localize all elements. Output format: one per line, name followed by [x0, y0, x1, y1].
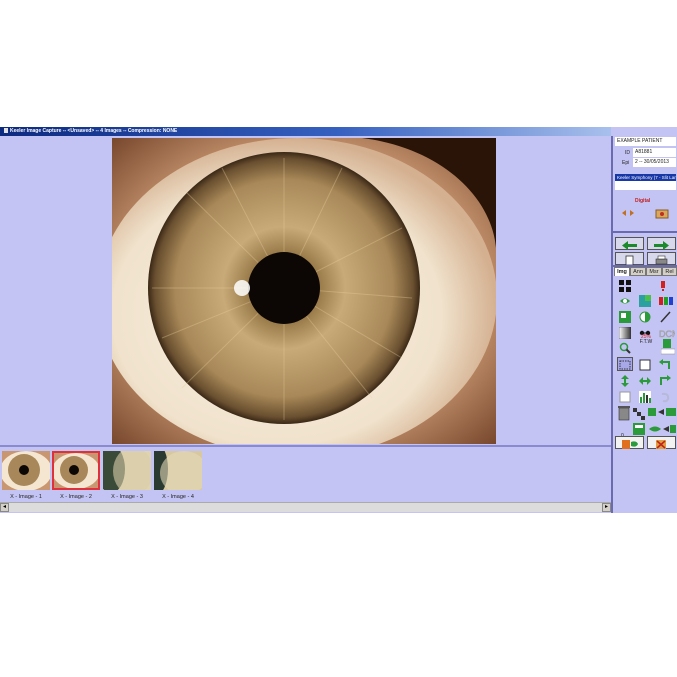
- ftw-label: F.T.W: [639, 339, 653, 345]
- thumbnail-2[interactable]: [52, 451, 100, 490]
- scroll-right-arrow-icon[interactable]: ▸: [602, 503, 611, 512]
- blank-frame-icon[interactable]: [619, 390, 631, 403]
- histogram-icon[interactable]: [639, 390, 651, 403]
- flip-horizontal-icon[interactable]: [639, 374, 651, 386]
- color-swatch-icon[interactable]: [639, 294, 651, 307]
- print-button[interactable]: [647, 252, 676, 265]
- thumbnail-4[interactable]: [154, 451, 202, 490]
- dicom-icon[interactable]: DCM: [659, 326, 677, 339]
- thumbnail-1[interactable]: [2, 451, 50, 490]
- episode-field[interactable]: 2 -- 30/05/2013: [633, 158, 676, 167]
- export-folder-icon[interactable]: [633, 422, 645, 435]
- tab-img[interactable]: Img: [614, 267, 630, 276]
- thumbnail-3-label: X - Image - 3: [111, 494, 143, 500]
- next-image-button[interactable]: [647, 237, 676, 250]
- tool-tabs: Img Ann Msr Rel: [613, 267, 677, 276]
- zoom-icon[interactable]: [619, 341, 631, 354]
- tag-icon[interactable]: [660, 339, 676, 355]
- patient-id-label: ID: [625, 150, 630, 156]
- frame-icon[interactable]: [639, 358, 651, 371]
- window-icon: [4, 128, 8, 134]
- send-image-button[interactable]: [615, 436, 644, 449]
- send-icon: [622, 440, 638, 449]
- tab-rel[interactable]: Rel: [662, 267, 677, 276]
- thumbnail-2-label: X - Image - 2: [60, 494, 92, 500]
- tab-ann[interactable]: Ann: [630, 267, 646, 276]
- trash-icon[interactable]: [617, 405, 631, 421]
- app-window: Keeler Image Capture -- <Unsaved> -- 4 I…: [0, 127, 677, 513]
- ftw-indicator[interactable]: 25% F.T.W: [638, 335, 654, 345]
- grid-layout-icon[interactable]: [619, 279, 631, 292]
- rgb-channels-icon[interactable]: [659, 294, 673, 306]
- eye-view-icon[interactable]: [619, 294, 631, 306]
- arrow-right-icon: [654, 241, 669, 250]
- fit-frame-icon: [619, 360, 631, 370]
- close-icon: [656, 440, 666, 449]
- scroll-left-arrow-icon[interactable]: ◂: [0, 503, 9, 512]
- new-document-button[interactable]: [615, 252, 644, 266]
- episode-label: Epi: [622, 160, 630, 166]
- flip-vertical-icon[interactable]: [619, 374, 631, 387]
- contrast-icon[interactable]: [639, 310, 651, 323]
- rotate-left-icon[interactable]: [659, 358, 671, 370]
- right-control-panel: EXAMPLE PATIENT ID A81881 Epi 2 -- 30/05…: [611, 136, 677, 513]
- capture-mode-label: Digital: [635, 198, 651, 204]
- layout-icon[interactable]: [619, 310, 631, 323]
- previous-image-button[interactable]: [615, 237, 644, 250]
- thumbnail-1-label: X - Image - 1: [10, 494, 42, 500]
- gradient-icon[interactable]: [618, 326, 632, 340]
- tab-msr[interactable]: Msr: [646, 267, 662, 276]
- patient-id-field[interactable]: A81881: [633, 148, 676, 157]
- camera-folder-icon[interactable]: [655, 206, 669, 219]
- export-image-icon[interactable]: [647, 405, 677, 417]
- main-image-view: [0, 136, 611, 447]
- capture-arrows-icon[interactable]: [621, 206, 634, 218]
- pen-icon[interactable]: [659, 310, 671, 323]
- thumbnail-strip: X - Image - 1 X - Image - 2 X - Image - …: [0, 445, 611, 504]
- svg-text:DCM: DCM: [659, 329, 675, 339]
- thumbnail-4-label: X - Image - 4: [162, 494, 194, 500]
- undo-icon[interactable]: [659, 390, 671, 403]
- device-name: Keeler Symphony (7 - Slit Lam: [615, 174, 676, 181]
- horizontal-scrollbar[interactable]: ◂ ▸: [0, 502, 611, 512]
- iris-photo: [112, 138, 496, 444]
- marker-icon[interactable]: [657, 279, 669, 291]
- transfer-icon[interactable]: [647, 422, 677, 434]
- fit-image-button[interactable]: [617, 357, 633, 371]
- device-status-box: [615, 181, 676, 190]
- title-bar: Keeler Image Capture -- <Unsaved> -- 4 I…: [0, 127, 611, 136]
- patient-name: EXAMPLE PATIENT: [615, 137, 676, 146]
- thumbnail-3[interactable]: [103, 451, 151, 490]
- close-session-button[interactable]: [647, 436, 676, 449]
- eye-image[interactable]: [112, 138, 496, 444]
- mosaic-icon[interactable]: [633, 407, 645, 420]
- rotate-right-icon[interactable]: [659, 374, 671, 386]
- window-title: Keeler Image Capture -- <Unsaved> -- 4 I…: [10, 128, 178, 134]
- arrow-left-icon: [622, 241, 637, 250]
